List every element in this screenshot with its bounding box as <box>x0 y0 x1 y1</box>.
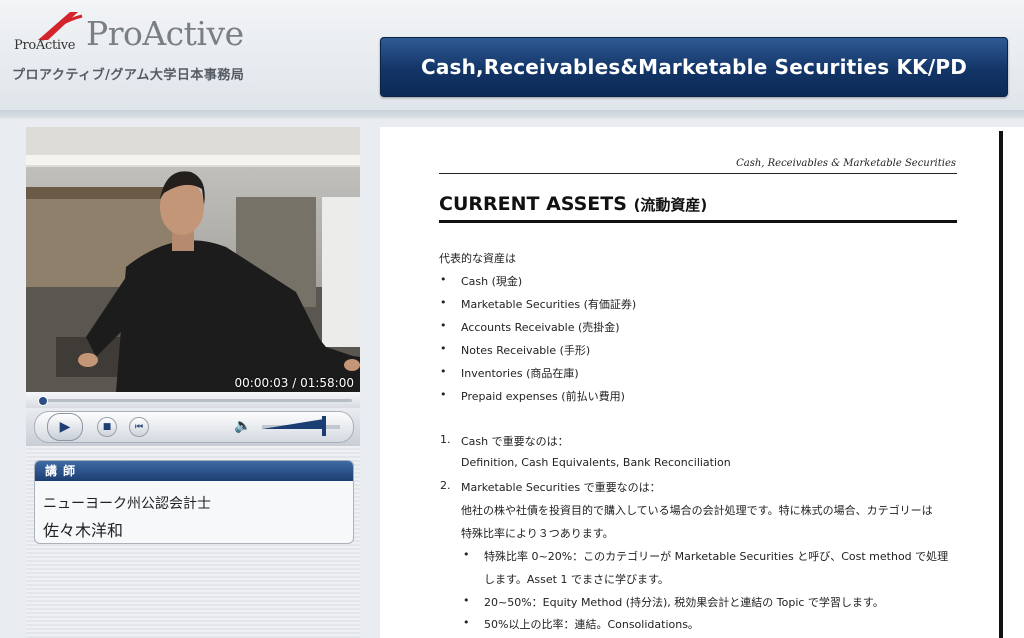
brand-subtitle: プロアクティブ/グアム大学日本事務局 <box>12 68 245 83</box>
course-title: Cash,Receivables&Marketable Securities K… <box>380 37 1008 97</box>
rewind-icon: ⏮ <box>134 422 144 432</box>
bullet-dot: • <box>440 342 447 355</box>
video-timecode: 00:00:03 / 01:58:00 <box>234 376 354 390</box>
video-player[interactable]: 00:00:03 / 01:58:00 <box>26 127 360 392</box>
bullet-dot: • <box>440 319 447 332</box>
seek-bar-area <box>26 392 360 408</box>
bullet-dot: • <box>440 296 447 309</box>
sub-item-c: 50%以上の比率：連結。Consolidations。 <box>484 618 699 631</box>
instructor-name: 佐々木洋和 <box>43 521 124 540</box>
heading-rule <box>439 220 957 223</box>
asset-item: Cash (現金) <box>461 275 523 288</box>
bullet-dot: • <box>440 365 447 378</box>
sub-item-a-line1: 特殊比率 0~20%：このカテゴリーが Marketable Securitie… <box>484 550 949 563</box>
asset-item: Inventories (商品在庫) <box>461 367 579 380</box>
volume-slider-handle[interactable] <box>322 416 327 436</box>
stop-icon: ■ <box>102 422 112 432</box>
bullet-dot: • <box>463 616 470 629</box>
seek-track[interactable] <box>38 399 352 402</box>
asset-item: Notes Receivable (手形) <box>461 344 591 357</box>
sub-item-b: 20~50%：Equity Method (持分法), 税効果会計と連結の To… <box>484 596 884 609</box>
logo-text: ProActive <box>14 38 76 53</box>
instructor-card: 講師 ニューヨーク州公認会計士 佐々木洋和 <box>34 460 354 544</box>
document-heading: CURRENT ASSETS (流動資産) <box>439 193 707 215</box>
item1-title: Cash で重要なのは： <box>461 435 569 448</box>
brand-name: ProActive <box>86 14 244 53</box>
bullet-dot: • <box>440 273 447 286</box>
header-shadow <box>0 110 1024 120</box>
item2-line2: 特殊比率により３つあります。 <box>461 527 614 540</box>
volume-button[interactable]: 🔈 <box>234 417 252 435</box>
list-number: 2. <box>440 479 451 492</box>
stop-button[interactable]: ■ <box>97 417 117 437</box>
item2-line1: 他社の株や社債を投資目的で購入している場合の会計処理です。特に株式の場合、カテゴ… <box>461 504 933 517</box>
asset-item: Accounts Receivable (売掛金) <box>461 321 620 334</box>
heading-text: CURRENT ASSETS <box>439 193 627 215</box>
seek-handle[interactable] <box>38 396 49 406</box>
document-edge <box>999 131 1003 638</box>
list-number: 1. <box>440 433 451 446</box>
play-button[interactable]: ▶ <box>47 413 83 441</box>
instructor-header: 講師 <box>35 461 353 481</box>
asset-item: Prepaid expenses (前払い費用) <box>461 390 625 403</box>
rewind-button[interactable]: ⏮ <box>129 417 149 437</box>
bullet-dot: • <box>440 388 447 401</box>
player-controls: ▶ ■ ⏮ 🔈 <box>26 408 360 446</box>
heading-jp: (流動資産) <box>633 196 708 214</box>
item2-title: Marketable Securities で重要なのは： <box>461 481 661 494</box>
intro-text: 代表的な資産は <box>439 252 516 265</box>
play-icon: ▶ <box>59 419 71 435</box>
video-frame <box>26 127 360 392</box>
header-rule <box>439 173 957 174</box>
bullet-dot: • <box>463 548 470 561</box>
asset-item: Marketable Securities (有価証券) <box>461 298 637 311</box>
item1-detail: Definition, Cash Equivalents, Bank Recon… <box>461 456 731 469</box>
volume-level <box>262 419 324 429</box>
running-head: Cash, Receivables & Marketable Securitie… <box>736 158 956 169</box>
volume-icon: 🔈 <box>234 418 252 434</box>
instructor-title: ニューヨーク州公認会計士 <box>43 496 211 512</box>
bullet-dot: • <box>463 594 470 607</box>
sub-item-a-line2: します。Asset 1 でまさに学びます。 <box>484 573 669 586</box>
